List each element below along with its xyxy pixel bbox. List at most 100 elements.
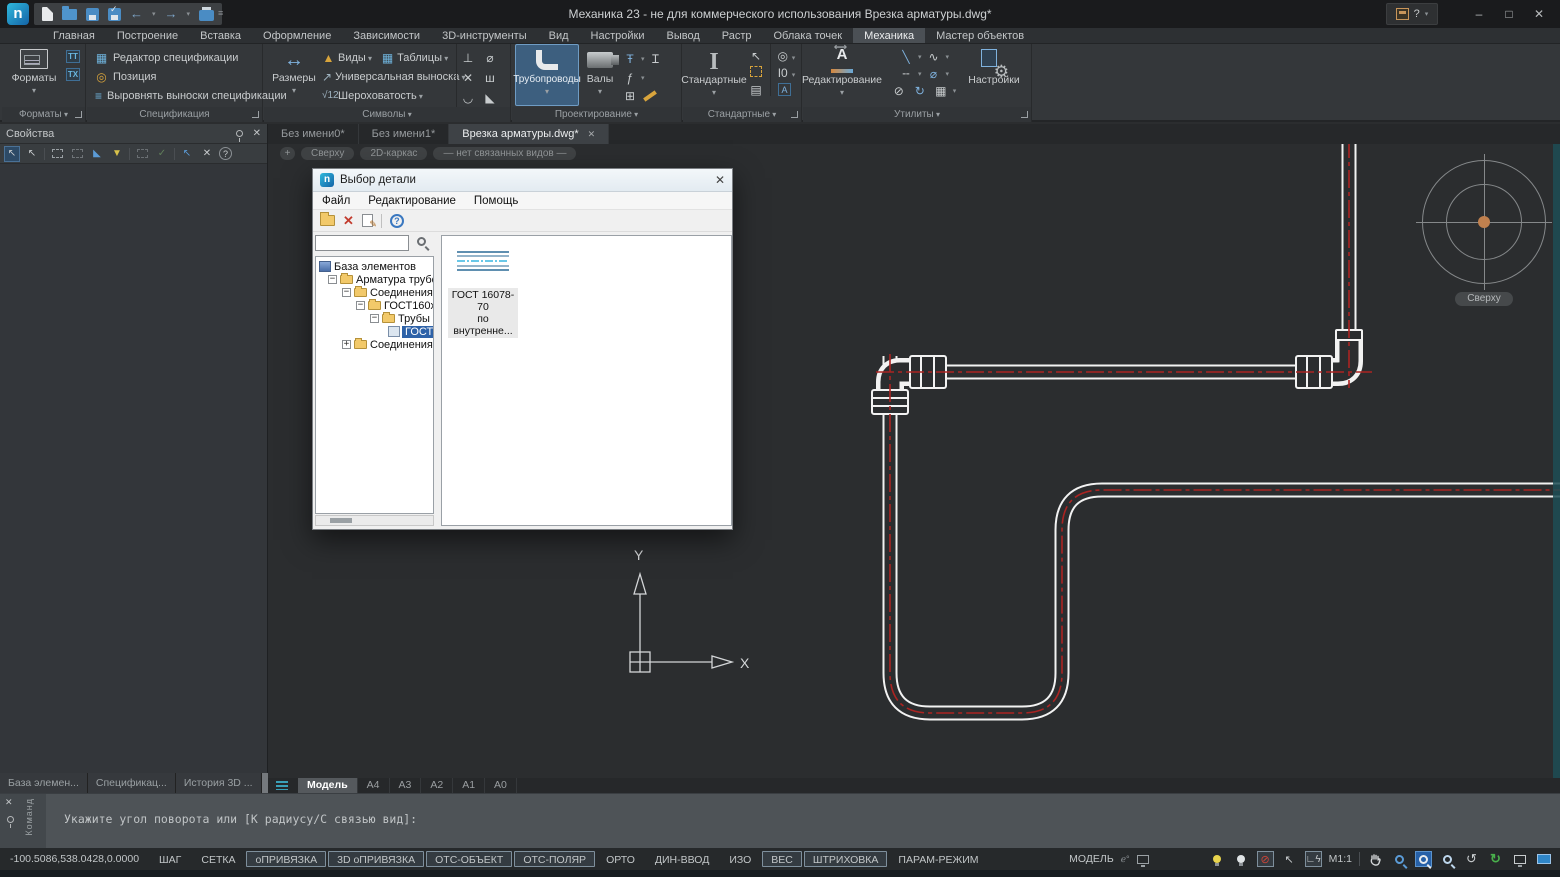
- menu-vid[interactable]: Вид: [538, 28, 580, 43]
- tree-item-root[interactable]: База элементов: [316, 260, 433, 273]
- views-button[interactable]: Виды: [338, 52, 372, 64]
- minimize-button[interactable]: –: [1464, 0, 1494, 28]
- menu-3d-instrumenty[interactable]: 3D-инструменты: [431, 28, 538, 43]
- tab-element-base[interactable]: База элемен...: [0, 773, 88, 793]
- toggle-iso[interactable]: ИЗО: [720, 851, 760, 867]
- tolerance-frame-icon[interactable]: ⌀: [481, 51, 499, 65]
- tab-specification[interactable]: Спецификац...: [88, 773, 176, 793]
- command-line-panel[interactable]: ✕ Команд Укажите угол поворота или [К ра…: [0, 793, 1560, 848]
- annotation-scale-icon[interactable]: ℯ°: [1121, 854, 1130, 865]
- add-viewport-button[interactable]: +: [280, 147, 295, 160]
- tree-item-soedineniya-v[interactable]: − Соединения по в: [316, 286, 433, 299]
- dimensions-button[interactable]: ↔ Размеры ▾: [268, 44, 320, 106]
- edit-button[interactable]: А Редактирование ▾: [805, 44, 879, 106]
- menu-vyvod[interactable]: Вывод: [655, 28, 710, 43]
- locator-view-label[interactable]: Сверху: [1455, 292, 1513, 306]
- ucs-toggle-icon[interactable]: ∟ϟ: [1305, 851, 1322, 867]
- save-all-icon[interactable]: [108, 8, 121, 21]
- pin-icon[interactable]: [236, 130, 243, 137]
- window-select-icon[interactable]: [49, 146, 65, 162]
- help-button[interactable]: ?: [1414, 8, 1420, 20]
- tab-3d-history[interactable]: История 3D ...: [176, 773, 262, 793]
- store-icon[interactable]: [1396, 8, 1409, 20]
- menu-master-obektov[interactable]: Мастер объектов: [925, 28, 1035, 43]
- menu-rastr[interactable]: Растр: [711, 28, 763, 43]
- settings-button[interactable]: Настройки: [967, 44, 1021, 106]
- position-button[interactable]: ◎ Позиция: [87, 67, 262, 86]
- qat-customize-icon[interactable]: ≡: [218, 8, 223, 18]
- view-locator[interactable]: Сверху: [1416, 154, 1552, 290]
- toggle-param-mode[interactable]: ПАРАМ-РЕЖИМ: [889, 851, 987, 867]
- viewport-save-icon[interactable]: [1511, 851, 1528, 867]
- group-box-icon[interactable]: [750, 66, 762, 77]
- dialog-title-bar[interactable]: n Выбор детали ✕: [313, 169, 732, 192]
- pan-icon[interactable]: [1367, 851, 1384, 867]
- expand-icon[interactable]: +: [342, 340, 351, 349]
- selection-cycling-icon[interactable]: ⊘: [1257, 851, 1274, 867]
- doc-tab-untitled1[interactable]: Без имени1*: [359, 124, 450, 144]
- crossing-select-icon[interactable]: [69, 146, 85, 162]
- menu-mekhanika[interactable]: Механика: [853, 28, 925, 43]
- standard-panel-caption[interactable]: Стандартные: [683, 107, 801, 122]
- select-part-icon[interactable]: ↖: [747, 49, 765, 63]
- layout-tab-a0[interactable]: А0: [485, 778, 517, 793]
- toggle-3dosnap[interactable]: 3D оПРИВЯЗКА: [328, 851, 424, 867]
- menu-oblaka-tochek[interactable]: Облака точек: [763, 28, 854, 43]
- search-icon[interactable]: [417, 237, 426, 246]
- utils-launcher-icon[interactable]: [1021, 111, 1028, 118]
- dialog-open-icon[interactable]: [320, 215, 335, 226]
- keyboard-icon[interactable]: ▤: [747, 83, 765, 97]
- doc-tab-close-icon[interactable]: ✕: [588, 129, 596, 139]
- toggle-ortho[interactable]: ОРТО: [597, 851, 644, 867]
- layout-list-icon[interactable]: [276, 781, 288, 790]
- text-tt-button[interactable]: TT: [66, 50, 80, 63]
- spec-launcher-icon[interactable]: [252, 111, 259, 118]
- tree-hscrollbar[interactable]: [315, 515, 434, 526]
- standard-launcher-icon[interactable]: [791, 111, 798, 118]
- open-file-icon[interactable]: [62, 9, 77, 20]
- menu-oformlenie[interactable]: Оформление: [252, 28, 342, 43]
- break-line-icon[interactable]: ╲: [897, 50, 915, 64]
- collapse-icon[interactable]: −: [328, 275, 337, 284]
- redo-dropdown-icon[interactable]: ▾: [187, 10, 191, 18]
- layout-tab-a1[interactable]: А1: [453, 778, 485, 793]
- dialog-help-icon[interactable]: ?: [390, 214, 404, 228]
- redo-icon[interactable]: →: [165, 3, 178, 25]
- search-input[interactable]: [315, 235, 409, 251]
- formula-icon[interactable]: ƒ: [621, 71, 639, 85]
- align-leaders-button[interactable]: ≡ Выровнять выноски спецификации: [87, 86, 262, 105]
- toggle-polar[interactable]: ОТС-ПОЛЯР: [514, 851, 595, 867]
- formats-panel-caption[interactable]: Форматы: [2, 107, 85, 122]
- linked-views-button[interactable]: — нет связанных видов —: [433, 147, 576, 160]
- toggle-osnap[interactable]: оПРИВЯЗКА: [246, 851, 326, 867]
- edge-icon[interactable]: ◣: [481, 91, 499, 105]
- dash-line-icon[interactable]: ╌: [897, 67, 915, 81]
- undo-dropdown-icon[interactable]: ▾: [152, 10, 156, 18]
- print-icon[interactable]: [199, 10, 214, 21]
- zoom-part-icon[interactable]: ◎: [774, 49, 792, 63]
- menu-zavisimosti[interactable]: Зависимости: [342, 28, 431, 43]
- model-space-label[interactable]: МОДЕЛЬ: [1069, 853, 1114, 865]
- visual-style-button[interactable]: 2D-каркас: [360, 147, 427, 160]
- apply-icon[interactable]: ✓: [154, 146, 170, 162]
- layout-tab-a4[interactable]: А4: [358, 778, 390, 793]
- dialog-menu-help[interactable]: Помощь: [474, 195, 518, 207]
- collapse-icon[interactable]: −: [370, 314, 379, 323]
- utils-panel-caption[interactable]: Утилиты: [803, 107, 1031, 122]
- select-add-icon[interactable]: ↖: [4, 146, 20, 162]
- dialog-menu-edit[interactable]: Редактирование: [368, 195, 456, 207]
- tree-hscroll-thumb[interactable]: [330, 518, 352, 523]
- help-icon[interactable]: ?: [219, 147, 232, 160]
- dialog-edit-icon[interactable]: [362, 214, 373, 227]
- marking-icon[interactable]: ✕: [459, 71, 477, 85]
- roughness-button[interactable]: Шероховатость: [338, 90, 423, 102]
- menu-nastroyki[interactable]: Настройки: [580, 28, 656, 43]
- display-icon[interactable]: [1137, 855, 1149, 864]
- doc-tab-active[interactable]: Врезка арматуры.dwg*✕: [449, 124, 609, 144]
- ruler-icon[interactable]: ш: [481, 71, 499, 85]
- chip-icon[interactable]: ⊞: [621, 89, 639, 103]
- universal-leader-button[interactable]: Универсальная выноска: [335, 71, 466, 83]
- chain-icon[interactable]: ⊘: [890, 84, 908, 98]
- toggle-snap[interactable]: ШАГ: [150, 851, 190, 867]
- preview-item[interactable]: ГОСТ 16078-70 по внутренне...: [448, 248, 518, 338]
